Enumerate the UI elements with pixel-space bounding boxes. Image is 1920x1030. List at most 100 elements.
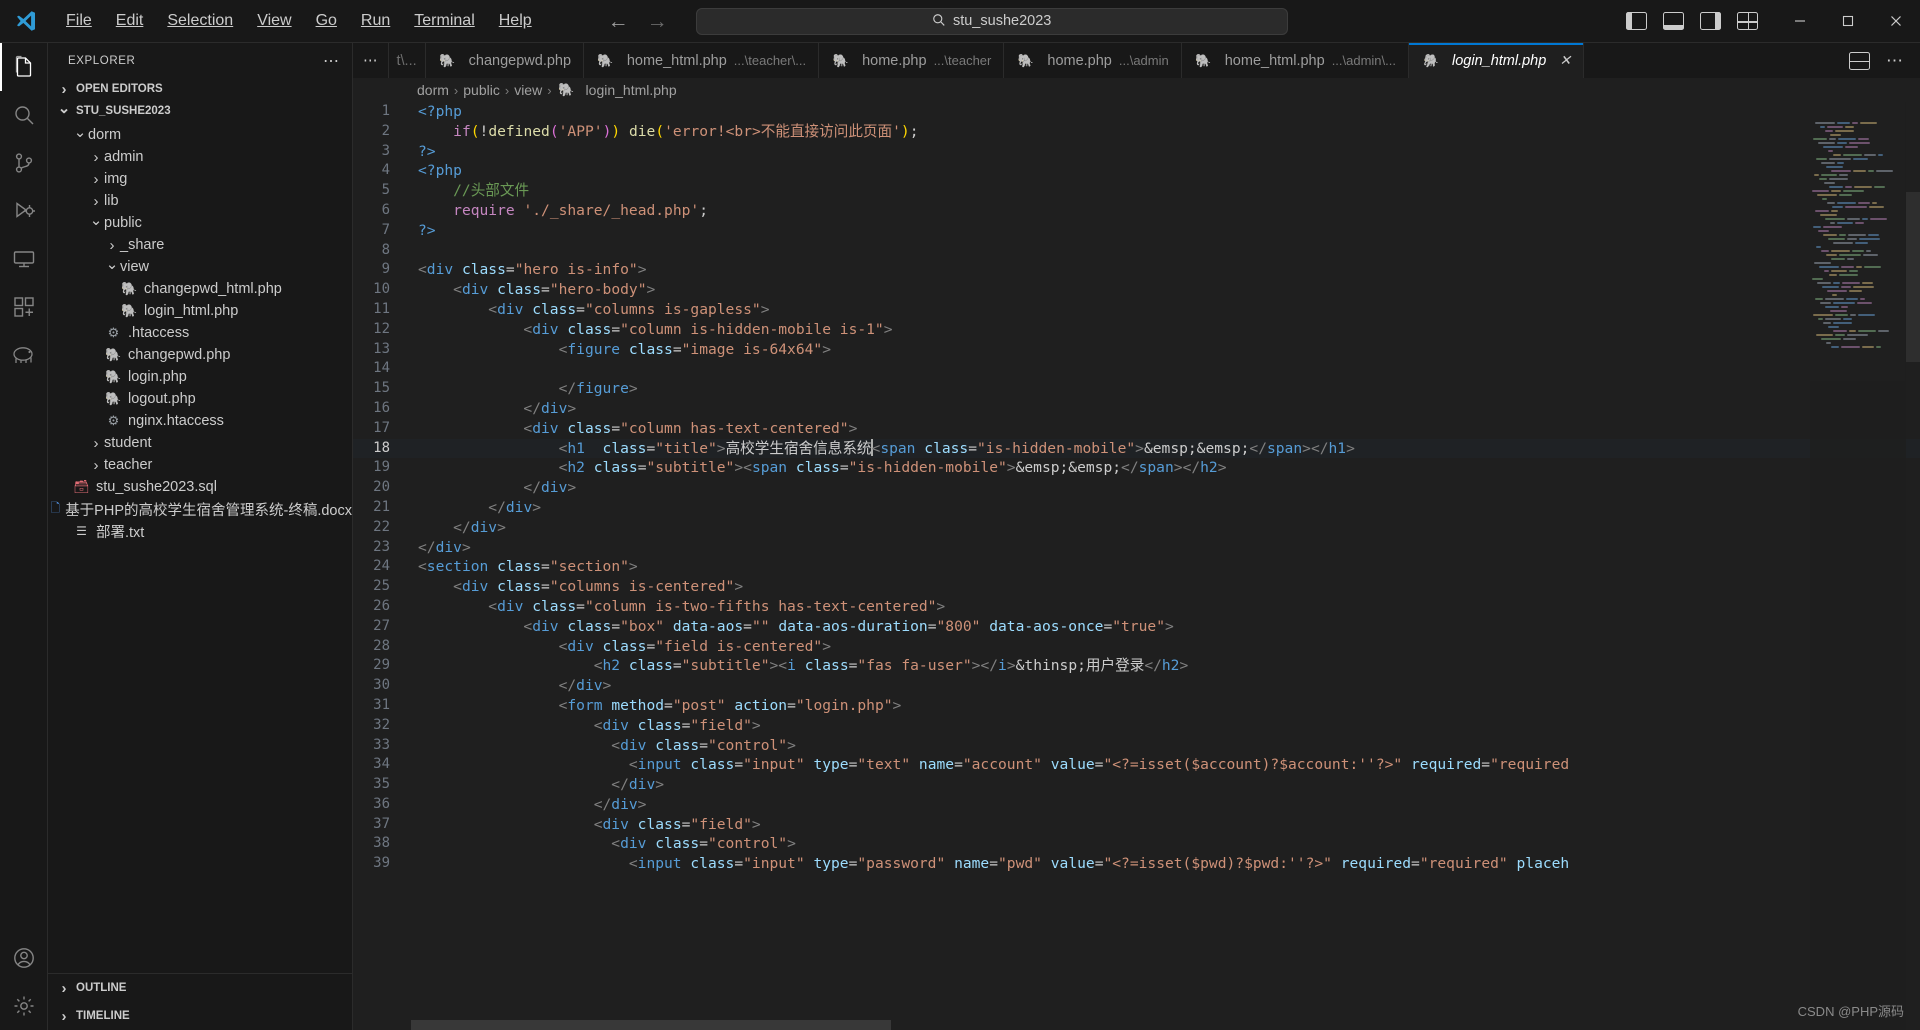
tree-item-lib[interactable]: lib	[48, 190, 352, 212]
code-line-text[interactable]: <figure class="image is-64x64">	[411, 340, 1920, 360]
editor-tab-home-php-2[interactable]: 🐘 home.php ...\teacher	[819, 43, 1005, 78]
editor-more-actions-icon[interactable]: ⋯	[1886, 51, 1904, 71]
code-line[interactable]: 29 <h2 class="subtitle"><i class="fas fa…	[353, 656, 1920, 676]
code-line[interactable]: 30 </div>	[353, 676, 1920, 696]
code-line-text[interactable]: <input class="input" type="password" nam…	[411, 854, 1920, 874]
code-line-text[interactable]: <?php	[411, 102, 1920, 122]
code-line-text[interactable]: <form method="post" action="login.php">	[411, 696, 1920, 716]
code-line[interactable]: 34 <input class="input" type="text" name…	[353, 755, 1920, 775]
code-line[interactable]: 18 <h1 class="title">高校学生宿舍信息系统<span cla…	[353, 438, 1920, 459]
menu-file[interactable]: File	[56, 8, 102, 34]
code-line-text[interactable]: <div class="hero-body">	[411, 280, 1920, 300]
close-icon[interactable]: ✕	[1559, 52, 1571, 69]
accounts-icon[interactable]	[0, 934, 48, 982]
code-line[interactable]: 26 <div class="column is-two-fifths has-…	[353, 597, 1920, 617]
breadcrumb-item[interactable]: public	[463, 82, 500, 98]
code-line[interactable]: 15 </figure>	[353, 379, 1920, 399]
breadcrumb-item[interactable]: login_html.php	[586, 82, 677, 98]
menu-edit[interactable]: Edit	[106, 8, 154, 34]
code-line-text[interactable]: </div>	[411, 676, 1920, 696]
code-line-text[interactable]: <section class="section">	[411, 557, 1920, 577]
tree-item-admin[interactable]: admin	[48, 146, 352, 168]
code-line[interactable]: 24 <section class="section">	[353, 557, 1920, 577]
section-open-editors[interactable]: OPEN EDITORS	[48, 78, 352, 100]
toggle-primary-sidebar-icon[interactable]	[1626, 12, 1647, 30]
code-line[interactable]: 12 <div class="column is-hidden-mobile i…	[353, 320, 1920, 340]
code-line-text[interactable]: ?>	[411, 221, 1920, 241]
code-line[interactable]: 16 </div>	[353, 399, 1920, 419]
code-line[interactable]: 17 <div class="column has-text-centered"…	[353, 419, 1920, 439]
code-line[interactable]: 38 <div class="control">	[353, 834, 1920, 854]
code-line-text[interactable]: <div class="columns is-centered">	[411, 577, 1920, 597]
editor-tab-changepwd-php[interactable]: 🐘 changepwd.php	[425, 43, 585, 78]
editor-tab-login_html-php[interactable]: 🐘 login_html.php ✕	[1409, 43, 1585, 78]
code-line-text[interactable]: </div>	[411, 775, 1920, 795]
horizontal-scrollbar[interactable]	[411, 1018, 1810, 1030]
code-line[interactable]: 36 </div>	[353, 795, 1920, 815]
horizontal-scrollbar-thumb[interactable]	[411, 1020, 891, 1030]
tree-item-dorm[interactable]: dorm	[48, 124, 352, 146]
code-line-text[interactable]: <?php	[411, 161, 1920, 181]
code-line[interactable]: 37 <div class="field">	[353, 815, 1920, 835]
toggle-panel-icon[interactable]	[1663, 12, 1684, 30]
tree-item-login_html.php[interactable]: 🐘 login_html.php	[48, 300, 352, 322]
code-line-text[interactable]: </div>	[411, 498, 1920, 518]
tree-item-student[interactable]: student	[48, 432, 352, 454]
tree-item-teacher[interactable]: teacher	[48, 454, 352, 476]
code-line[interactable]: 23 </div>	[353, 538, 1920, 558]
code-line-text[interactable]: <div class="box" data-aos="" data-aos-du…	[411, 617, 1920, 637]
code-line[interactable]: 6 require './_share/_head.php';	[353, 201, 1920, 221]
code-line[interactable]: 10 <div class="hero-body">	[353, 280, 1920, 300]
vertical-scrollbar-thumb[interactable]	[1906, 192, 1920, 362]
code-line-text[interactable]: //头部文件	[411, 181, 1920, 201]
code-line-text[interactable]: <div class="field">	[411, 716, 1920, 736]
manage-gear-icon[interactable]	[0, 982, 48, 1030]
vertical-scrollbar[interactable]	[1906, 102, 1920, 1030]
code-line[interactable]: 35 </div>	[353, 775, 1920, 795]
code-line-text[interactable]: </div>	[411, 399, 1920, 419]
code-line-text[interactable]: <div class="columns is-gapless">	[411, 300, 1920, 320]
code-line[interactable]: 9 <div class="hero is-info">	[353, 260, 1920, 280]
forward-arrow-icon[interactable]: →	[647, 11, 668, 32]
code-line-text[interactable]: <div class="control">	[411, 736, 1920, 756]
tree-item-changepwd_html.php[interactable]: 🐘 changepwd_html.php	[48, 278, 352, 300]
code-line[interactable]: 39 <input class="input" type="password" …	[353, 854, 1920, 874]
tab-overflow-button[interactable]: ⋯	[353, 43, 389, 78]
code-editor[interactable]: 1 <?php 2 if(!defined('APP')) die('error!<…	[353, 102, 1920, 1030]
menu-selection[interactable]: Selection	[157, 8, 243, 34]
menu-terminal[interactable]: Terminal	[404, 8, 484, 34]
code-line-text[interactable]: ?>	[411, 142, 1920, 162]
code-line[interactable]: 13 <figure class="image is-64x64">	[353, 340, 1920, 360]
toggle-secondary-sidebar-icon[interactable]	[1700, 12, 1721, 30]
code-line[interactable]: 33 <div class="control">	[353, 736, 1920, 756]
code-line-text[interactable]: <div class="field is-centered">	[411, 637, 1920, 657]
tree-item-php-.docx[interactable]: 🗋 基于PHP的高校学生宿舍管理系统-终稿.docx	[48, 498, 352, 520]
code-line[interactable]: 28 <div class="field is-centered">	[353, 637, 1920, 657]
tree-item-changepwd.php[interactable]: 🐘 changepwd.php	[48, 344, 352, 366]
code-line[interactable]: 1 <?php	[353, 102, 1920, 122]
code-line[interactable]: 21 </div>	[353, 498, 1920, 518]
editor-tab-home_html-php-1[interactable]: 🐘 home_html.php ...\teacher\...	[584, 43, 820, 78]
code-line[interactable]: 22 </div>	[353, 518, 1920, 538]
maximize-button[interactable]	[1824, 0, 1872, 43]
section-timeline[interactable]: TIMELINE	[48, 1002, 352, 1030]
editor-tab-home_html-php-4[interactable]: 🐘 home_html.php ...\admin\...	[1181, 43, 1409, 78]
minimize-button[interactable]	[1776, 0, 1824, 43]
activity-explorer-icon[interactable]	[0, 43, 48, 91]
menu-help[interactable]: Help	[489, 8, 542, 34]
code-line[interactable]: 27 <div class="box" data-aos="" data-aos…	[353, 617, 1920, 637]
code-line[interactable]: 11 <div class="columns is-gapless">	[353, 300, 1920, 320]
close-button[interactable]	[1872, 0, 1920, 43]
customize-layout-icon[interactable]	[1737, 12, 1758, 30]
code-line-text[interactable]: <div class="column has-text-centered">	[411, 419, 1920, 439]
tree-item-public[interactable]: public	[48, 212, 352, 234]
code-line-text[interactable]: <h2 class="subtitle"><span class="is-hid…	[411, 458, 1920, 478]
code-line[interactable]: 2 if(!defined('APP')) die('error!<br>不能直…	[353, 122, 1920, 142]
tab-clipped[interactable]: t\...	[388, 43, 426, 78]
tree-item-.htaccess[interactable]: ⚙ .htaccess	[48, 322, 352, 344]
code-line[interactable]: 14	[353, 359, 1920, 379]
section-stu-sushe2023[interactable]: STU_SUSHE2023	[48, 100, 352, 122]
tree-item-stu_sushe2023.sql[interactable]: 🗃 stu_sushe2023.sql	[48, 476, 352, 498]
activity-run-debug-icon[interactable]	[0, 187, 48, 235]
tree-item-logout.php[interactable]: 🐘 logout.php	[48, 388, 352, 410]
